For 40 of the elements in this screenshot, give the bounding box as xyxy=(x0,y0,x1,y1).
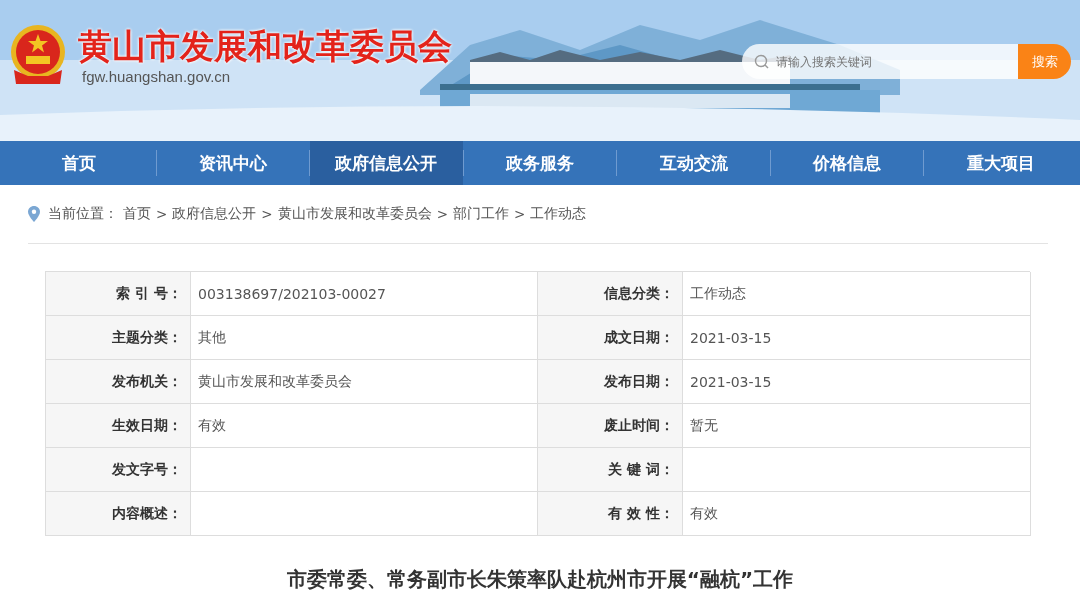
field-label: 废止时间： xyxy=(538,404,683,448)
field-label: 有 效 性： xyxy=(538,492,683,536)
field-label: 发文字号： xyxy=(46,448,191,492)
article-title: 市委常委、常务副市长朱策率队赴杭州市开展“融杭”工作 xyxy=(285,566,795,593)
nav-tab[interactable]: 互动交流 xyxy=(617,141,770,185)
table-cell: 暂无 xyxy=(683,404,1031,448)
breadcrumb-link[interactable]: 部门工作 xyxy=(452,205,509,223)
table-cell: 2021-03-15 xyxy=(683,316,1031,360)
field-label: 成文日期： xyxy=(538,316,683,360)
nav-tab[interactable]: 资讯中心 xyxy=(156,141,310,185)
nav-tab[interactable]: 重大项目 xyxy=(924,141,1078,185)
breadcrumb-prefix: 当前位置： xyxy=(48,205,118,223)
table-cell: 工作动态 xyxy=(683,272,1031,316)
breadcrumb-link[interactable]: 黄山市发展和改革委员会 xyxy=(277,205,432,223)
site-title: 黄山市发展和改革委员会 xyxy=(78,25,452,68)
breadcrumb-link[interactable]: 首页 xyxy=(123,205,151,223)
field-label: 主题分类： xyxy=(46,316,191,360)
location-pin-icon xyxy=(28,206,40,222)
search-button[interactable]: 搜索 xyxy=(1018,44,1071,79)
table-cell: 有效 xyxy=(683,492,1031,536)
breadcrumb-link[interactable]: 政府信息公开 xyxy=(172,205,257,223)
field-label: 信息分类： xyxy=(538,272,683,316)
field-label: 内容概述： xyxy=(46,492,191,536)
nav-tab[interactable]: 政府信息公开 xyxy=(310,141,463,185)
field-label: 生效日期： xyxy=(46,404,191,448)
field-label: 发布日期： xyxy=(538,360,683,404)
nav-tab[interactable]: 首页 xyxy=(3,141,156,185)
search-field[interactable]: 请输入搜索关键词 xyxy=(742,44,1018,79)
breadcrumb-separator: > xyxy=(261,206,273,222)
field-label: 索 引 号： xyxy=(46,272,191,316)
field-label: 关 键 词： xyxy=(538,448,683,492)
breadcrumb-link[interactable]: 工作动态 xyxy=(530,205,587,223)
breadcrumb-separator: > xyxy=(513,206,526,222)
breadcrumb-separator: > xyxy=(436,206,448,222)
table-cell: 2021-03-15 xyxy=(683,360,1031,404)
nav-tab[interactable]: 价格信息 xyxy=(770,141,924,185)
nav-tab[interactable]: 政务服务 xyxy=(463,141,617,185)
site-url: fgw.huangshan.gov.cn xyxy=(82,68,232,85)
breadcrumb-separator: > xyxy=(156,206,168,222)
field-label: 发布机关： xyxy=(46,360,191,404)
